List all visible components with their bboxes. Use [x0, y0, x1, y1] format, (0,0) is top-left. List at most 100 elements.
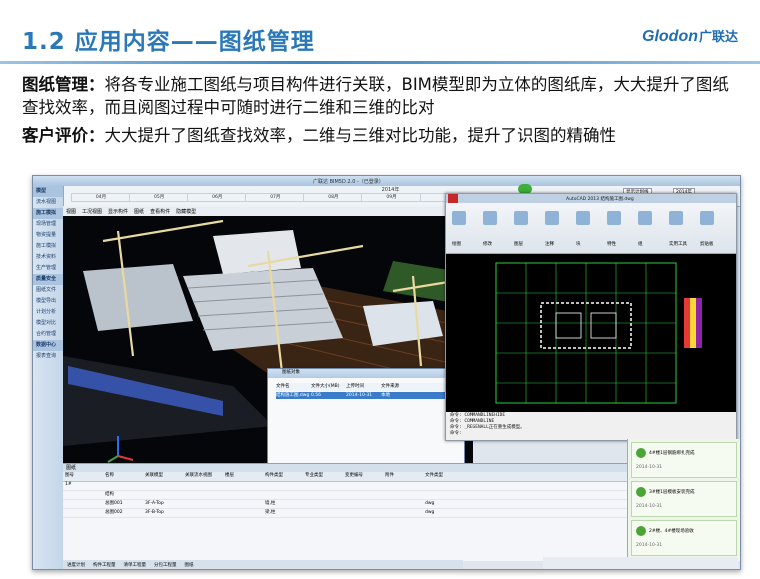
- gantt-month: 09月: [361, 194, 420, 201]
- sidebar-item[interactable]: 施工模拟: [33, 208, 63, 219]
- toolbar-button[interactable]: 显示构件: [108, 208, 128, 215]
- toolbar-button[interactable]: 视图: [66, 208, 76, 215]
- logo-latin: Glodon: [642, 28, 698, 45]
- ribbon-tool-icon[interactable]: [638, 211, 652, 225]
- autocad-command-line[interactable]: 命令: COMMANDLINEHIDE 命令: COMMANDLINE 命令: _R…: [446, 412, 736, 440]
- table-cell: dwg: [425, 501, 435, 506]
- gantt-month: 08月: [303, 194, 362, 201]
- ribbon-group[interactable]: 绘图: [452, 241, 461, 247]
- ribbon-group[interactable]: 修改: [483, 241, 492, 247]
- toolbar-button[interactable]: 工况视图: [82, 208, 102, 215]
- glodon-logo: Glodon广联达: [642, 26, 738, 46]
- ribbon-tool-icon[interactable]: [545, 211, 559, 225]
- ribbon-tool-icon[interactable]: [669, 211, 683, 225]
- sidebar-item[interactable]: 数据中心: [33, 340, 63, 351]
- gantt-year: 2014年: [381, 187, 400, 193]
- tab[interactable]: 图纸: [185, 562, 194, 568]
- bottom-tabs: 进度计划 构件工程量 清单工程量 分包工程量 图纸: [63, 560, 463, 569]
- ribbon-tool-icon[interactable]: [576, 211, 590, 225]
- sidebar-item[interactable]: 模型导出: [33, 296, 63, 307]
- table-cell: 结构: [105, 492, 114, 497]
- ribbon-group[interactable]: 特性: [607, 241, 616, 247]
- table-cell: 1#: [65, 482, 72, 487]
- notification-date: 2014-10-31: [636, 465, 663, 470]
- sidebar-item[interactable]: 技术资料: [33, 252, 63, 263]
- table-cell: 总图001: [105, 501, 123, 506]
- notification-text: 4#楼1层钢筋绑扎完成: [649, 451, 695, 456]
- ribbon-tool-icon[interactable]: [700, 211, 714, 225]
- label-customer-review: 客户评价：: [22, 126, 105, 145]
- software-screenshot: 广联达 BIM5D 2.0 -（已登录） 2014年 04月 05月 06月 07月 0…: [32, 175, 741, 570]
- autocad-title-bar: AutoCAD 2013 结构施工图.dwg: [446, 194, 736, 203]
- ribbon-group[interactable]: 块: [576, 241, 581, 247]
- dialog-selected-row[interactable]: 结构施工图.dwg 0.56 2014-10-31 本地: [276, 392, 456, 399]
- notification-card[interactable]: 3#楼1层模板安装完成 2014-10-31: [631, 481, 737, 517]
- tab[interactable]: 分包工程量: [154, 562, 177, 568]
- dialog-title: 图纸对象: [268, 369, 464, 378]
- slide-title: 1.2 应用内容——图纸管理: [22, 29, 315, 55]
- label-drawing-management: 图纸管理：: [22, 75, 105, 94]
- table-cell: 总图002: [105, 510, 123, 515]
- table-cell: 梁,柱: [265, 510, 276, 515]
- dialog-columns: 文件名 文件大小(MB) 上传时间 文件来源: [276, 383, 456, 391]
- table-header-cell: 关联模型: [145, 473, 163, 478]
- left-navigation: 模型 流水视图 施工模拟 现场管理 物资提量 施工模拟 技术资料 生产管理 质量安全 图纸文件 模型…: [33, 186, 64, 569]
- sidebar-item[interactable]: 模型: [33, 186, 63, 197]
- dialog-column-header: 文件来源: [381, 384, 399, 389]
- command-line: 命令:: [450, 431, 462, 436]
- sidebar-item[interactable]: 质量安全: [33, 274, 63, 285]
- taskbar: [543, 557, 738, 569]
- sidebar-item[interactable]: 生产管理: [33, 263, 63, 274]
- table-header-cell: 构件类型: [265, 473, 283, 478]
- table-header-cell: 图号: [65, 473, 74, 478]
- notification-text: 2#楼、4#楼现场验收: [649, 529, 694, 534]
- dialog-column-header: 文件名: [276, 384, 290, 389]
- sidebar-item[interactable]: 报表查询: [33, 351, 63, 362]
- ribbon-group[interactable]: 实用工具: [669, 241, 687, 247]
- tab[interactable]: 构件工程量: [93, 562, 116, 568]
- table-header-cell: 变更编号: [345, 473, 363, 478]
- sidebar-item[interactable]: 现场管理: [33, 219, 63, 230]
- table-header-cell: 关联流水视图: [185, 473, 212, 478]
- notification-icon: [636, 487, 646, 497]
- title-divider: [0, 61, 760, 64]
- ribbon-group[interactable]: 注释: [545, 241, 554, 247]
- sidebar-item[interactable]: 施工模拟: [33, 241, 63, 252]
- dialog-column-header: 文件大小(MB): [311, 384, 340, 389]
- ribbon-group[interactable]: 剪贴板: [700, 241, 714, 247]
- table-header-cell: 名称: [105, 473, 114, 478]
- app-title: 广联达 BIM5D 2.0 -（已登录）: [313, 179, 384, 185]
- toolbar-button[interactable]: 隐藏模型: [176, 208, 196, 215]
- notification-card[interactable]: 4#楼1层钢筋绑扎完成 2014-10-31: [631, 442, 737, 478]
- ribbon-group[interactable]: 组: [638, 241, 643, 247]
- ribbon-group[interactable]: 图层: [514, 241, 523, 247]
- autocad-logo-icon[interactable]: [448, 194, 458, 203]
- sidebar-item[interactable]: 图纸文件: [33, 285, 63, 296]
- sidebar-item[interactable]: 计划分析: [33, 307, 63, 318]
- tab[interactable]: 进度计划: [67, 562, 85, 568]
- table-header-cell: 文件类型: [425, 473, 443, 478]
- ribbon-tool-icon[interactable]: [514, 211, 528, 225]
- notification-date: 2014-10-31: [636, 543, 663, 548]
- logo-cn: 广联达: [698, 29, 738, 44]
- ribbon-tool-icon[interactable]: [607, 211, 621, 225]
- dialog-cell: 2014-10-31: [346, 393, 373, 398]
- sidebar-item[interactable]: 流水视图: [33, 197, 63, 208]
- toolbar-button[interactable]: 图纸: [134, 208, 144, 215]
- table-header-cell: 专业类型: [305, 473, 323, 478]
- table-cell: 墙,柱: [265, 501, 276, 506]
- dialog-cell: 结构施工图.dwg: [276, 393, 310, 398]
- paragraph-customer-review: 客户评价：大大提升了图纸查找效率，二维与三维对比功能，提升了识图的精确性: [22, 124, 742, 147]
- sidebar-item[interactable]: 物资提量: [33, 230, 63, 241]
- tab[interactable]: 清单工程量: [124, 562, 147, 568]
- sidebar-item[interactable]: 合约管理: [33, 329, 63, 340]
- notification-card[interactable]: 2#楼、4#楼现场验收 2014-10-31: [631, 520, 737, 556]
- ribbon-tool-icon[interactable]: [483, 211, 497, 225]
- gantt-month: 06月: [187, 194, 246, 201]
- cad-drawing-canvas[interactable]: [446, 253, 736, 412]
- ribbon-tool-icon[interactable]: [452, 211, 466, 225]
- toolbar-button[interactable]: 查看构件: [150, 208, 170, 215]
- paragraph-drawing-management: 图纸管理：将各专业施工图纸与项目构件进行关联，BIM模型即为立体的图纸库，大大提…: [22, 73, 742, 119]
- sidebar-item[interactable]: 模型对比: [33, 318, 63, 329]
- autocad-window[interactable]: AutoCAD 2013 结构施工图.dwg 绘图 修改 图层 注释 块 特性 组 实用工具 剪…: [445, 193, 737, 441]
